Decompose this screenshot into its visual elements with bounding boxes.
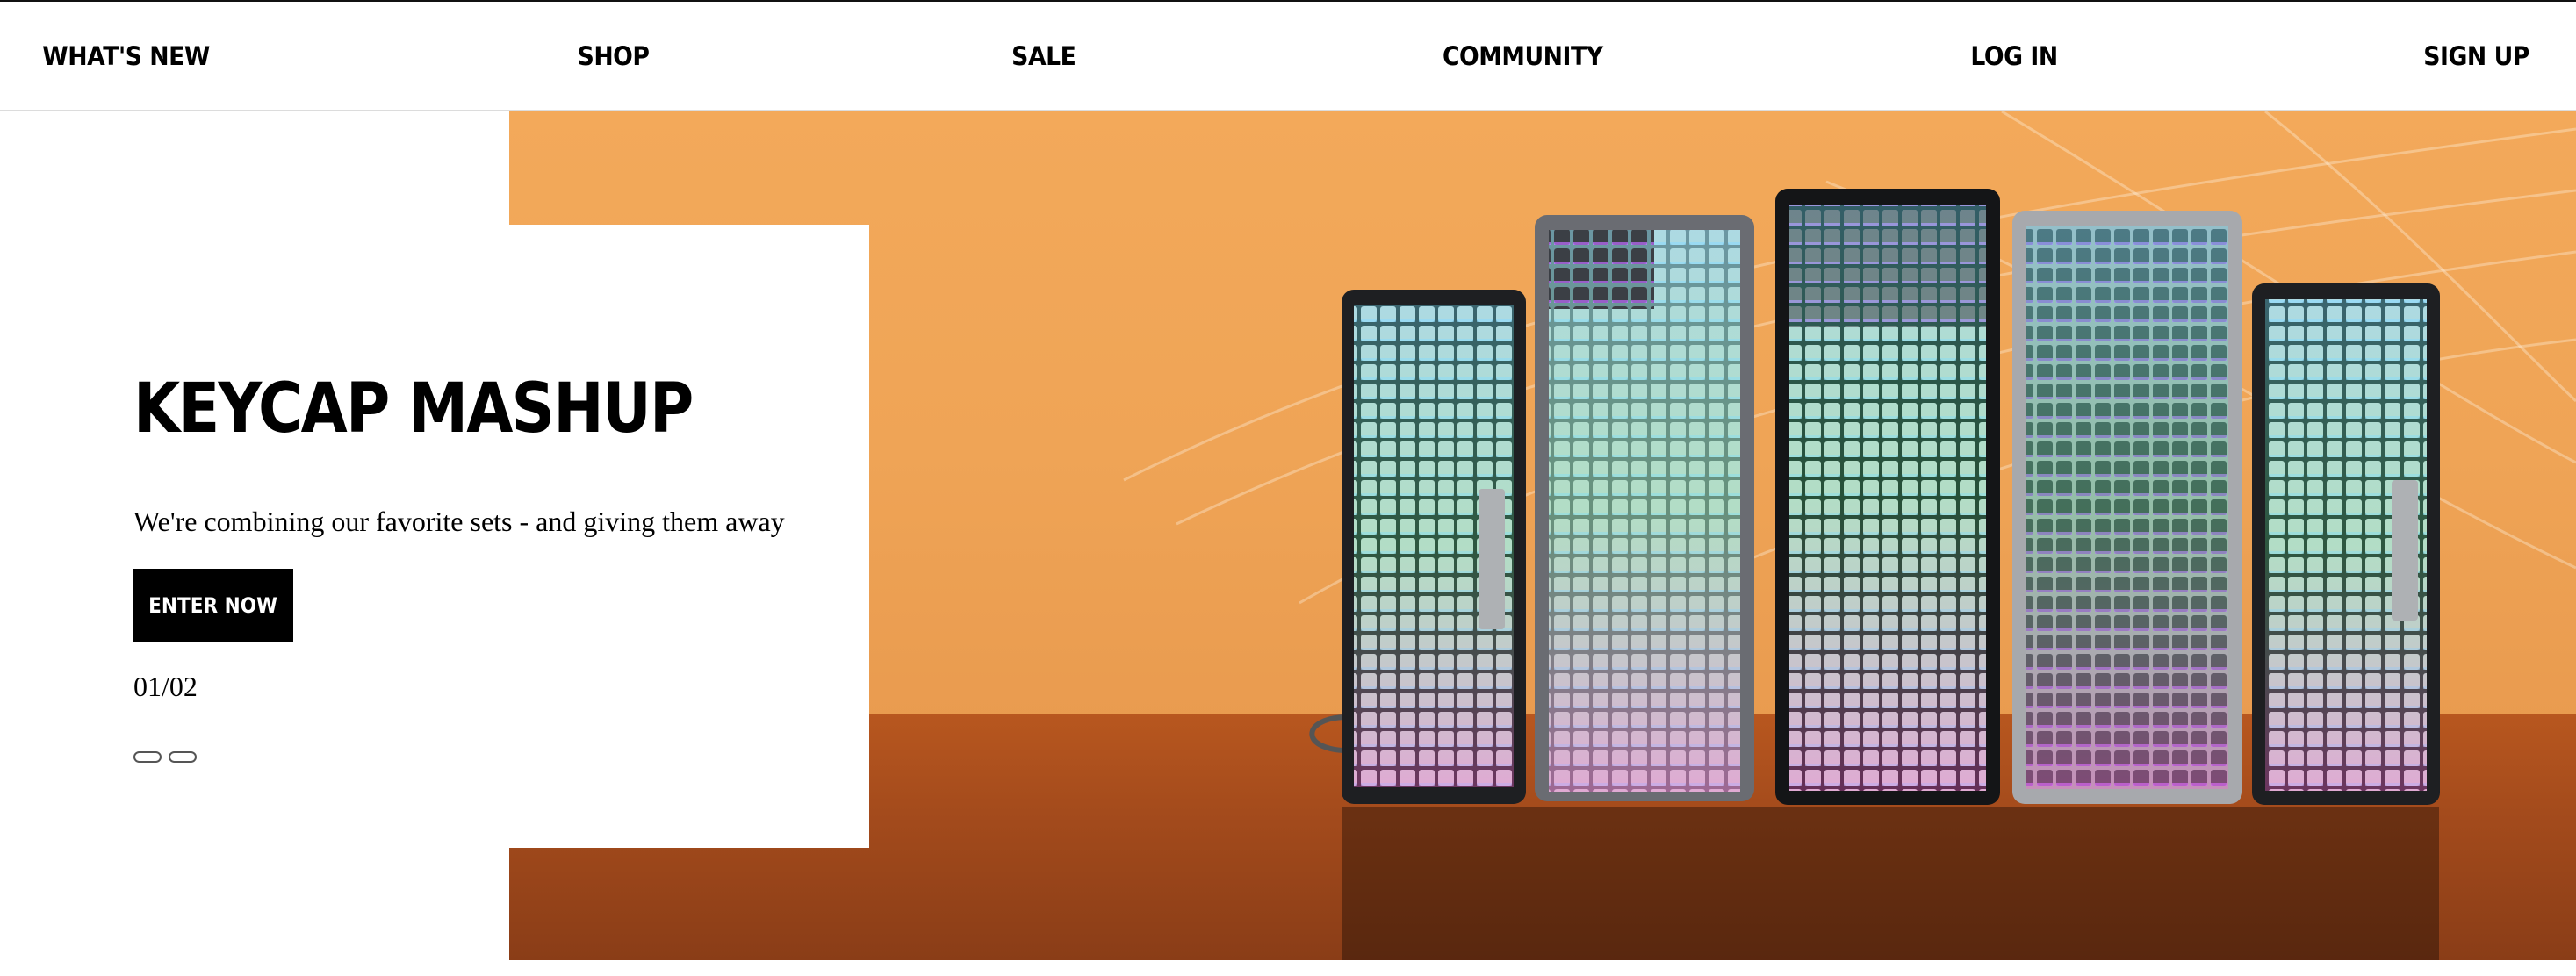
nav-whats-new[interactable]: WHAT'S NEW: [42, 41, 210, 71]
enter-now-button[interactable]: ENTER NOW: [133, 569, 293, 642]
slide-dots: [133, 751, 197, 763]
slide-dot-2[interactable]: [169, 751, 197, 763]
top-navigation: WHAT'S NEW SHOP SALE COMMUNITY LOG IN SI…: [0, 0, 2576, 111]
enter-now-label: ENTER NOW: [148, 593, 278, 618]
nav-shop[interactable]: SHOP: [577, 41, 649, 71]
nav-sale[interactable]: SALE: [1011, 41, 1076, 71]
slide-counter: 01/02: [133, 671, 198, 702]
promo-panel: KEYCAP MASHUP We're combining our favori…: [0, 225, 869, 848]
nav-log-in[interactable]: LOG IN: [1971, 41, 2059, 71]
promo-title: KEYCAP MASHUP: [133, 370, 694, 449]
nav-sign-up[interactable]: SIGN UP: [2423, 41, 2529, 71]
promo-subtitle: We're combining our favorite sets - and …: [133, 506, 785, 537]
slide-dot-1[interactable]: [133, 751, 162, 763]
nav-community[interactable]: COMMUNITY: [1443, 41, 1603, 71]
